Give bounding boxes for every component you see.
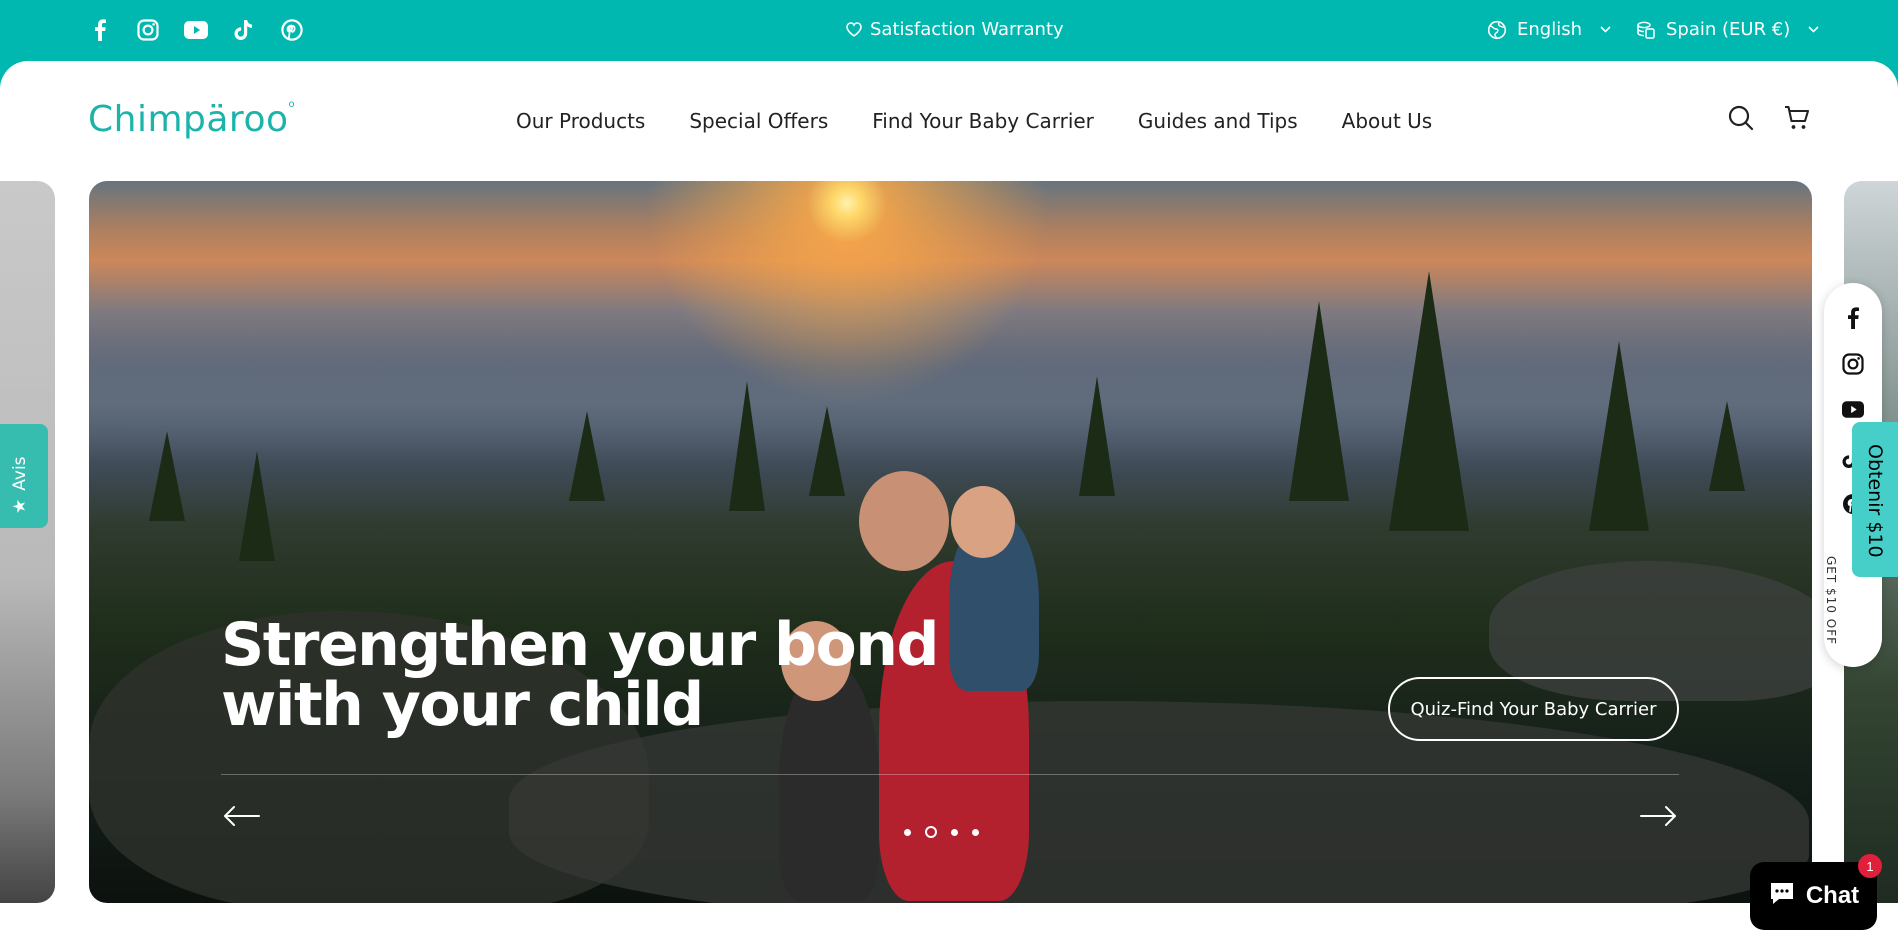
hero-title-line1: Strengthen your bond [221,610,939,680]
chevron-down-icon [1808,23,1819,36]
language-selector[interactable]: English [1487,19,1611,40]
hero-tree [809,406,845,496]
hero-haze [89,341,1812,461]
announcement-bar: Satisfaction Warranty English Spain (EUR… [0,0,1898,62]
slide-pagination [904,826,979,838]
cart-icon[interactable] [1784,105,1810,135]
satisfaction-warranty[interactable]: Satisfaction Warranty [846,19,1064,40]
star-icon: ★ [10,498,30,514]
quiz-cta-button[interactable]: Quiz-Find Your Baby Carrier [1388,677,1679,741]
nav-about-us[interactable]: About Us [1342,109,1433,133]
reviews-tab-label: Avis [10,456,30,491]
currency-icon [1637,21,1655,39]
hero-tree [239,451,275,561]
header-actions [1728,105,1810,135]
hero-tree [729,381,765,511]
nav-find-your-baby-carrier[interactable]: Find Your Baby Carrier [872,109,1094,133]
hero-divider [221,774,1679,775]
hero-child-back-head [951,486,1015,558]
language-label: English [1517,19,1582,40]
tiktok-icon[interactable] [230,16,258,44]
search-icon[interactable] [1728,105,1754,135]
hero-tree [1589,341,1649,531]
pinterest-icon[interactable] [278,16,306,44]
slide-dot[interactable] [951,828,958,836]
nav-guides-and-tips[interactable]: Guides and Tips [1138,109,1298,133]
youtube-icon[interactable] [182,16,210,44]
hero-tree [1079,376,1115,496]
registered-mark: o [288,99,296,110]
facebook-icon[interactable] [86,16,114,44]
hero-tree [569,411,605,501]
globe-icon [1487,20,1507,39]
instagram-icon[interactable] [134,16,162,44]
nav-our-products[interactable]: Our Products [516,109,645,133]
reward-tab[interactable]: Obtenir $10 [1852,422,1898,577]
country-label: Spain (EUR €) [1666,19,1791,40]
reward-tab-label: Obtenir $10 [1864,444,1886,558]
get-discount-rail-label[interactable]: GET $10 OFF [1824,556,1838,645]
heart-icon [846,22,862,37]
chat-label: Chat [1805,882,1860,909]
slide-dot[interactable] [972,828,979,836]
instagram-icon[interactable] [1842,353,1864,375]
chevron-down-icon [1600,23,1611,36]
arrow-left-icon[interactable] [221,801,261,831]
chat-button[interactable]: Chat [1750,862,1877,930]
arrow-right-icon[interactable] [1639,801,1679,831]
hero-slide: Strengthen your bond with your child Qui… [89,181,1812,903]
hero-title: Strengthen your bond with your child [221,610,939,740]
hero-tree [149,431,185,521]
page-body: Chimpärooo Our Products Special Offers F… [0,61,1898,943]
hero-tree [1289,301,1349,501]
slide-dot-active[interactable] [925,826,937,838]
facebook-icon[interactable] [1842,307,1864,329]
reviews-tab[interactable]: ★ Avis [0,424,48,528]
hero-title-line2: with your child [221,670,704,740]
social-links [86,16,306,44]
logo[interactable]: Chimpärooo [88,99,295,140]
logo-text: Chimpäroo [88,99,289,140]
hero-tree [1709,401,1745,491]
slide-dot[interactable] [904,828,911,836]
main-nav: Our Products Special Offers Find Your Ba… [516,109,1432,133]
hero-mother-head [859,471,949,571]
country-selector[interactable]: Spain (EUR €) [1636,19,1819,40]
chat-bubble-icon [1768,880,1796,913]
chat-notification-badge: 1 [1858,854,1882,878]
youtube-icon[interactable] [1842,401,1864,423]
hero-tree [1389,271,1469,531]
warranty-label: Satisfaction Warranty [870,19,1064,40]
nav-special-offers[interactable]: Special Offers [689,109,828,133]
previous-slide-peek[interactable] [0,181,55,903]
